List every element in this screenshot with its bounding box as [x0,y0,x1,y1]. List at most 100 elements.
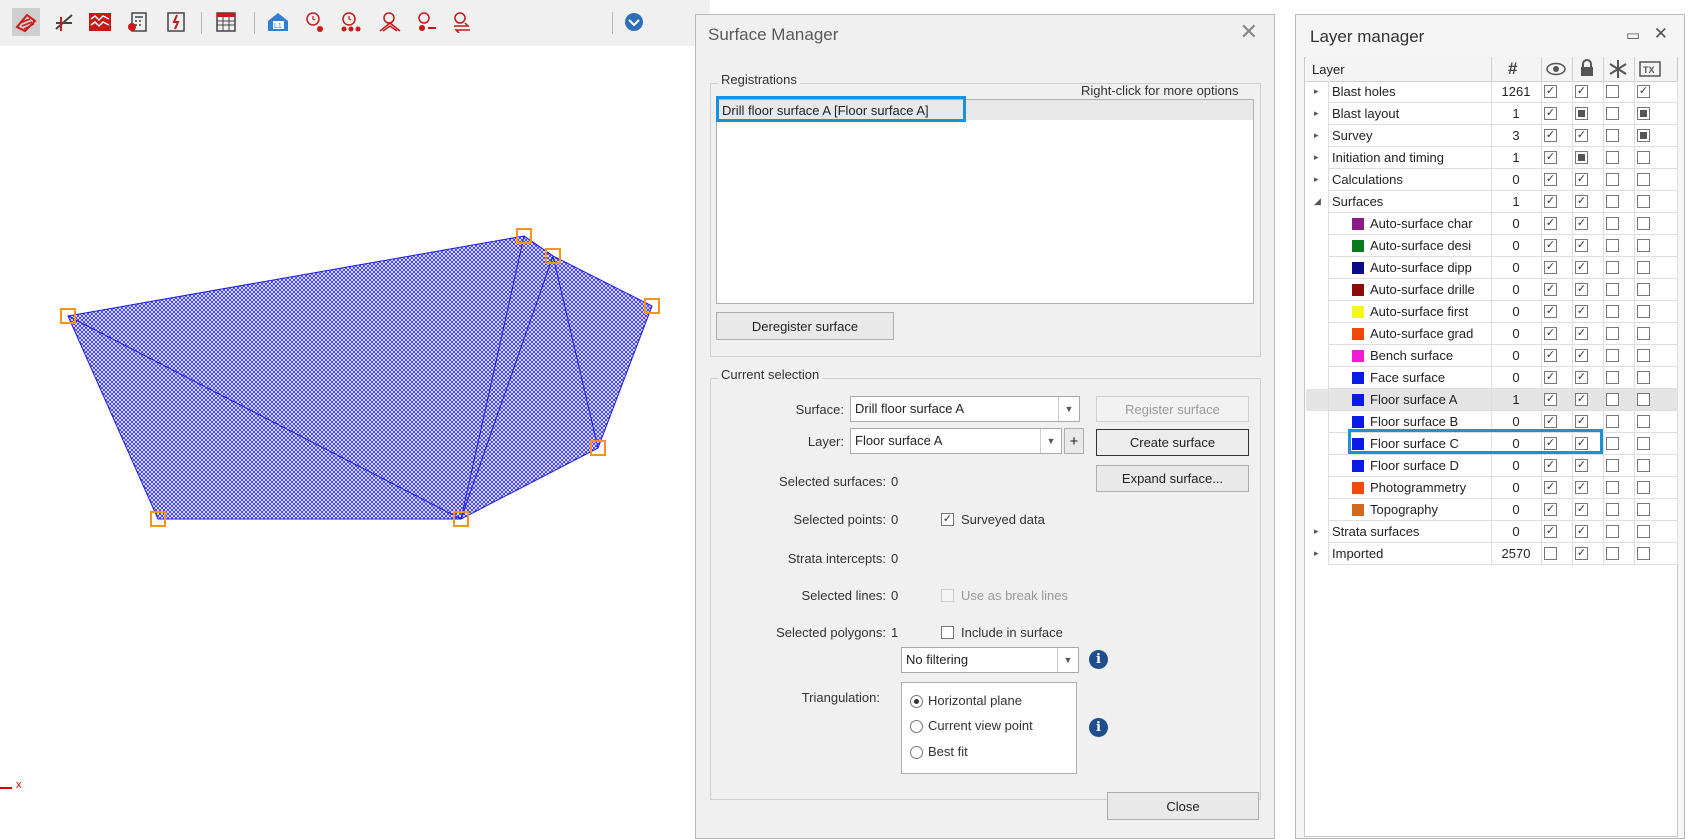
lock-checkbox[interactable]: ✓ [1575,503,1588,516]
layer-row[interactable]: ▸ Blast layout 1 ✓ [1306,103,1678,125]
lock-checkbox[interactable]: ✓ [1575,393,1588,406]
freeze-checkbox[interactable] [1606,459,1619,472]
visibility-checkbox[interactable]: ✓ [1544,195,1557,208]
transparency-checkbox[interactable]: ✓ [1637,85,1650,98]
visibility-checkbox[interactable]: ✓ [1544,85,1557,98]
lock-checkbox[interactable] [1575,107,1588,120]
visibility-checkbox[interactable]: ✓ [1544,173,1557,186]
visibility-checkbox[interactable]: ✓ [1544,151,1557,164]
expand-arrow-icon[interactable]: ▸ [1314,548,1319,559]
expand-arrow-icon[interactable]: ▸ [1314,86,1319,97]
info-icon[interactable]: i [1089,718,1108,737]
layer-row[interactable]: Auto-surface first 0 ✓ ✓ [1306,301,1678,323]
best-fit-radio[interactable] [910,746,923,759]
info-icon[interactable]: i [1089,650,1108,669]
visibility-checkbox[interactable]: ✓ [1544,393,1557,406]
freeze-checkbox[interactable] [1606,85,1619,98]
freeze-checkbox[interactable] [1606,261,1619,274]
layer-name[interactable]: Imported [1332,546,1489,561]
freeze-checkbox[interactable] [1606,305,1619,318]
visibility-checkbox[interactable]: ✓ [1544,217,1557,230]
layer-name[interactable]: Auto-surface grad [1370,326,1489,341]
timer-minus-icon[interactable] [412,8,440,36]
expand-arrow-icon[interactable]: ▸ [1314,130,1319,141]
layer-color-swatch[interactable] [1352,262,1364,274]
3d-viewport[interactable]: x [0,46,695,837]
transparency-checkbox[interactable] [1637,107,1650,120]
visibility-checkbox[interactable]: ✓ [1544,349,1557,362]
lock-checkbox[interactable]: ✓ [1575,261,1588,274]
visibility-checkbox[interactable]: ✓ [1544,371,1557,384]
layer-row[interactable]: ◢ Surfaces 1 ✓ ✓ [1306,191,1678,213]
visibility-checkbox[interactable]: ✓ [1544,459,1557,472]
layer-row[interactable]: ▸ Survey 3 ✓ ✓ [1306,125,1678,147]
transparency-checkbox[interactable] [1637,437,1650,450]
layer-row[interactable]: ▸ Calculations 0 ✓ ✓ [1306,169,1678,191]
horizontal-plane-radio[interactable] [910,695,923,708]
register-surface-button[interactable]: Register surface [1096,396,1249,422]
transparency-checkbox[interactable] [1637,217,1650,230]
transparency-checkbox[interactable] [1637,393,1650,406]
layer-name[interactable]: Auto-surface first [1370,304,1489,319]
freeze-checkbox[interactable] [1606,327,1619,340]
layer-color-swatch[interactable] [1352,482,1364,494]
transparency-checkbox[interactable] [1637,305,1650,318]
level-icon[interactable]: L1 [264,8,292,36]
layer-dropdown[interactable]: Floor surface A ▼ [850,428,1062,454]
freeze-checkbox[interactable] [1606,415,1619,428]
layer-name[interactable]: Blast holes [1332,84,1489,99]
visibility-checkbox[interactable] [1544,547,1557,560]
visibility-checkbox[interactable]: ✓ [1544,415,1557,428]
visibility-checkbox[interactable]: ✓ [1544,503,1557,516]
list-item[interactable]: Drill floor surface A [Floor surface A] [717,100,1253,120]
lock-checkbox[interactable]: ✓ [1575,217,1588,230]
freeze-checkbox[interactable] [1606,547,1619,560]
layer-row[interactable]: ▸ Blast holes 1261 ✓ ✓ ✓ [1306,81,1678,103]
layer-color-swatch[interactable] [1352,504,1364,516]
lock-checkbox[interactable]: ✓ [1575,349,1588,362]
layer-name[interactable]: Floor surface B [1370,414,1489,429]
lock-checkbox[interactable]: ✓ [1575,239,1588,252]
freeze-checkbox[interactable] [1606,129,1619,142]
lock-checkbox[interactable]: ✓ [1575,85,1588,98]
eye-icon[interactable] [1546,61,1566,80]
chevron-down-icon[interactable]: ▼ [1057,648,1078,672]
layer-name[interactable]: Surfaces [1332,194,1489,209]
flag-icon[interactable] [620,8,648,36]
surface-dropdown[interactable]: Drill floor surface A ▼ [850,396,1080,422]
timer-group-icon[interactable] [338,8,366,36]
table-icon[interactable] [212,8,240,36]
layer-name[interactable]: Floor surface D [1370,458,1489,473]
surface-icon[interactable] [12,8,40,36]
freeze-checkbox[interactable] [1606,151,1619,164]
close-icon[interactable]: ✕ [1240,21,1258,43]
layer-name[interactable]: Initiation and timing [1332,150,1489,165]
close-icon[interactable]: ✕ [1654,23,1668,45]
transparency-checkbox[interactable] [1637,283,1650,296]
break-lines-checkbox[interactable] [941,589,954,602]
layer-row[interactable]: ▸ Initiation and timing 1 ✓ [1306,147,1678,169]
chevron-down-icon[interactable]: ▼ [1040,429,1061,453]
layer-name[interactable]: Photogrammetry [1370,480,1489,495]
maximize-icon[interactable]: ▭ [1626,25,1640,47]
transparency-icon[interactable]: TX [1639,61,1661,80]
layer-color-swatch[interactable] [1352,350,1364,362]
add-layer-button[interactable]: + [1064,428,1084,454]
expand-surface-button[interactable]: Expand surface... [1096,465,1249,492]
layer-color-swatch[interactable] [1352,328,1364,340]
layer-row[interactable]: ▸ Imported 2570 ✓ [1306,543,1678,565]
layer-name[interactable]: Face surface [1370,370,1489,385]
transparency-checkbox[interactable] [1637,481,1650,494]
transparency-checkbox[interactable] [1637,415,1650,428]
layer-name[interactable]: Auto-surface char [1370,216,1489,231]
create-surface-button[interactable]: Create surface [1096,429,1249,456]
layer-name[interactable]: Floor surface C [1370,436,1489,451]
blast-symbol-icon[interactable] [162,8,190,36]
layer-row[interactable]: Auto-surface char 0 ✓ ✓ [1306,213,1678,235]
timer-swap-icon[interactable] [448,8,476,36]
chevron-down-icon[interactable]: ▼ [1058,397,1079,421]
deregister-surface-button[interactable]: Deregister surface [716,312,894,340]
transparency-checkbox[interactable] [1637,503,1650,516]
layer-name[interactable]: Floor surface A [1370,392,1489,407]
visibility-checkbox[interactable]: ✓ [1544,437,1557,450]
